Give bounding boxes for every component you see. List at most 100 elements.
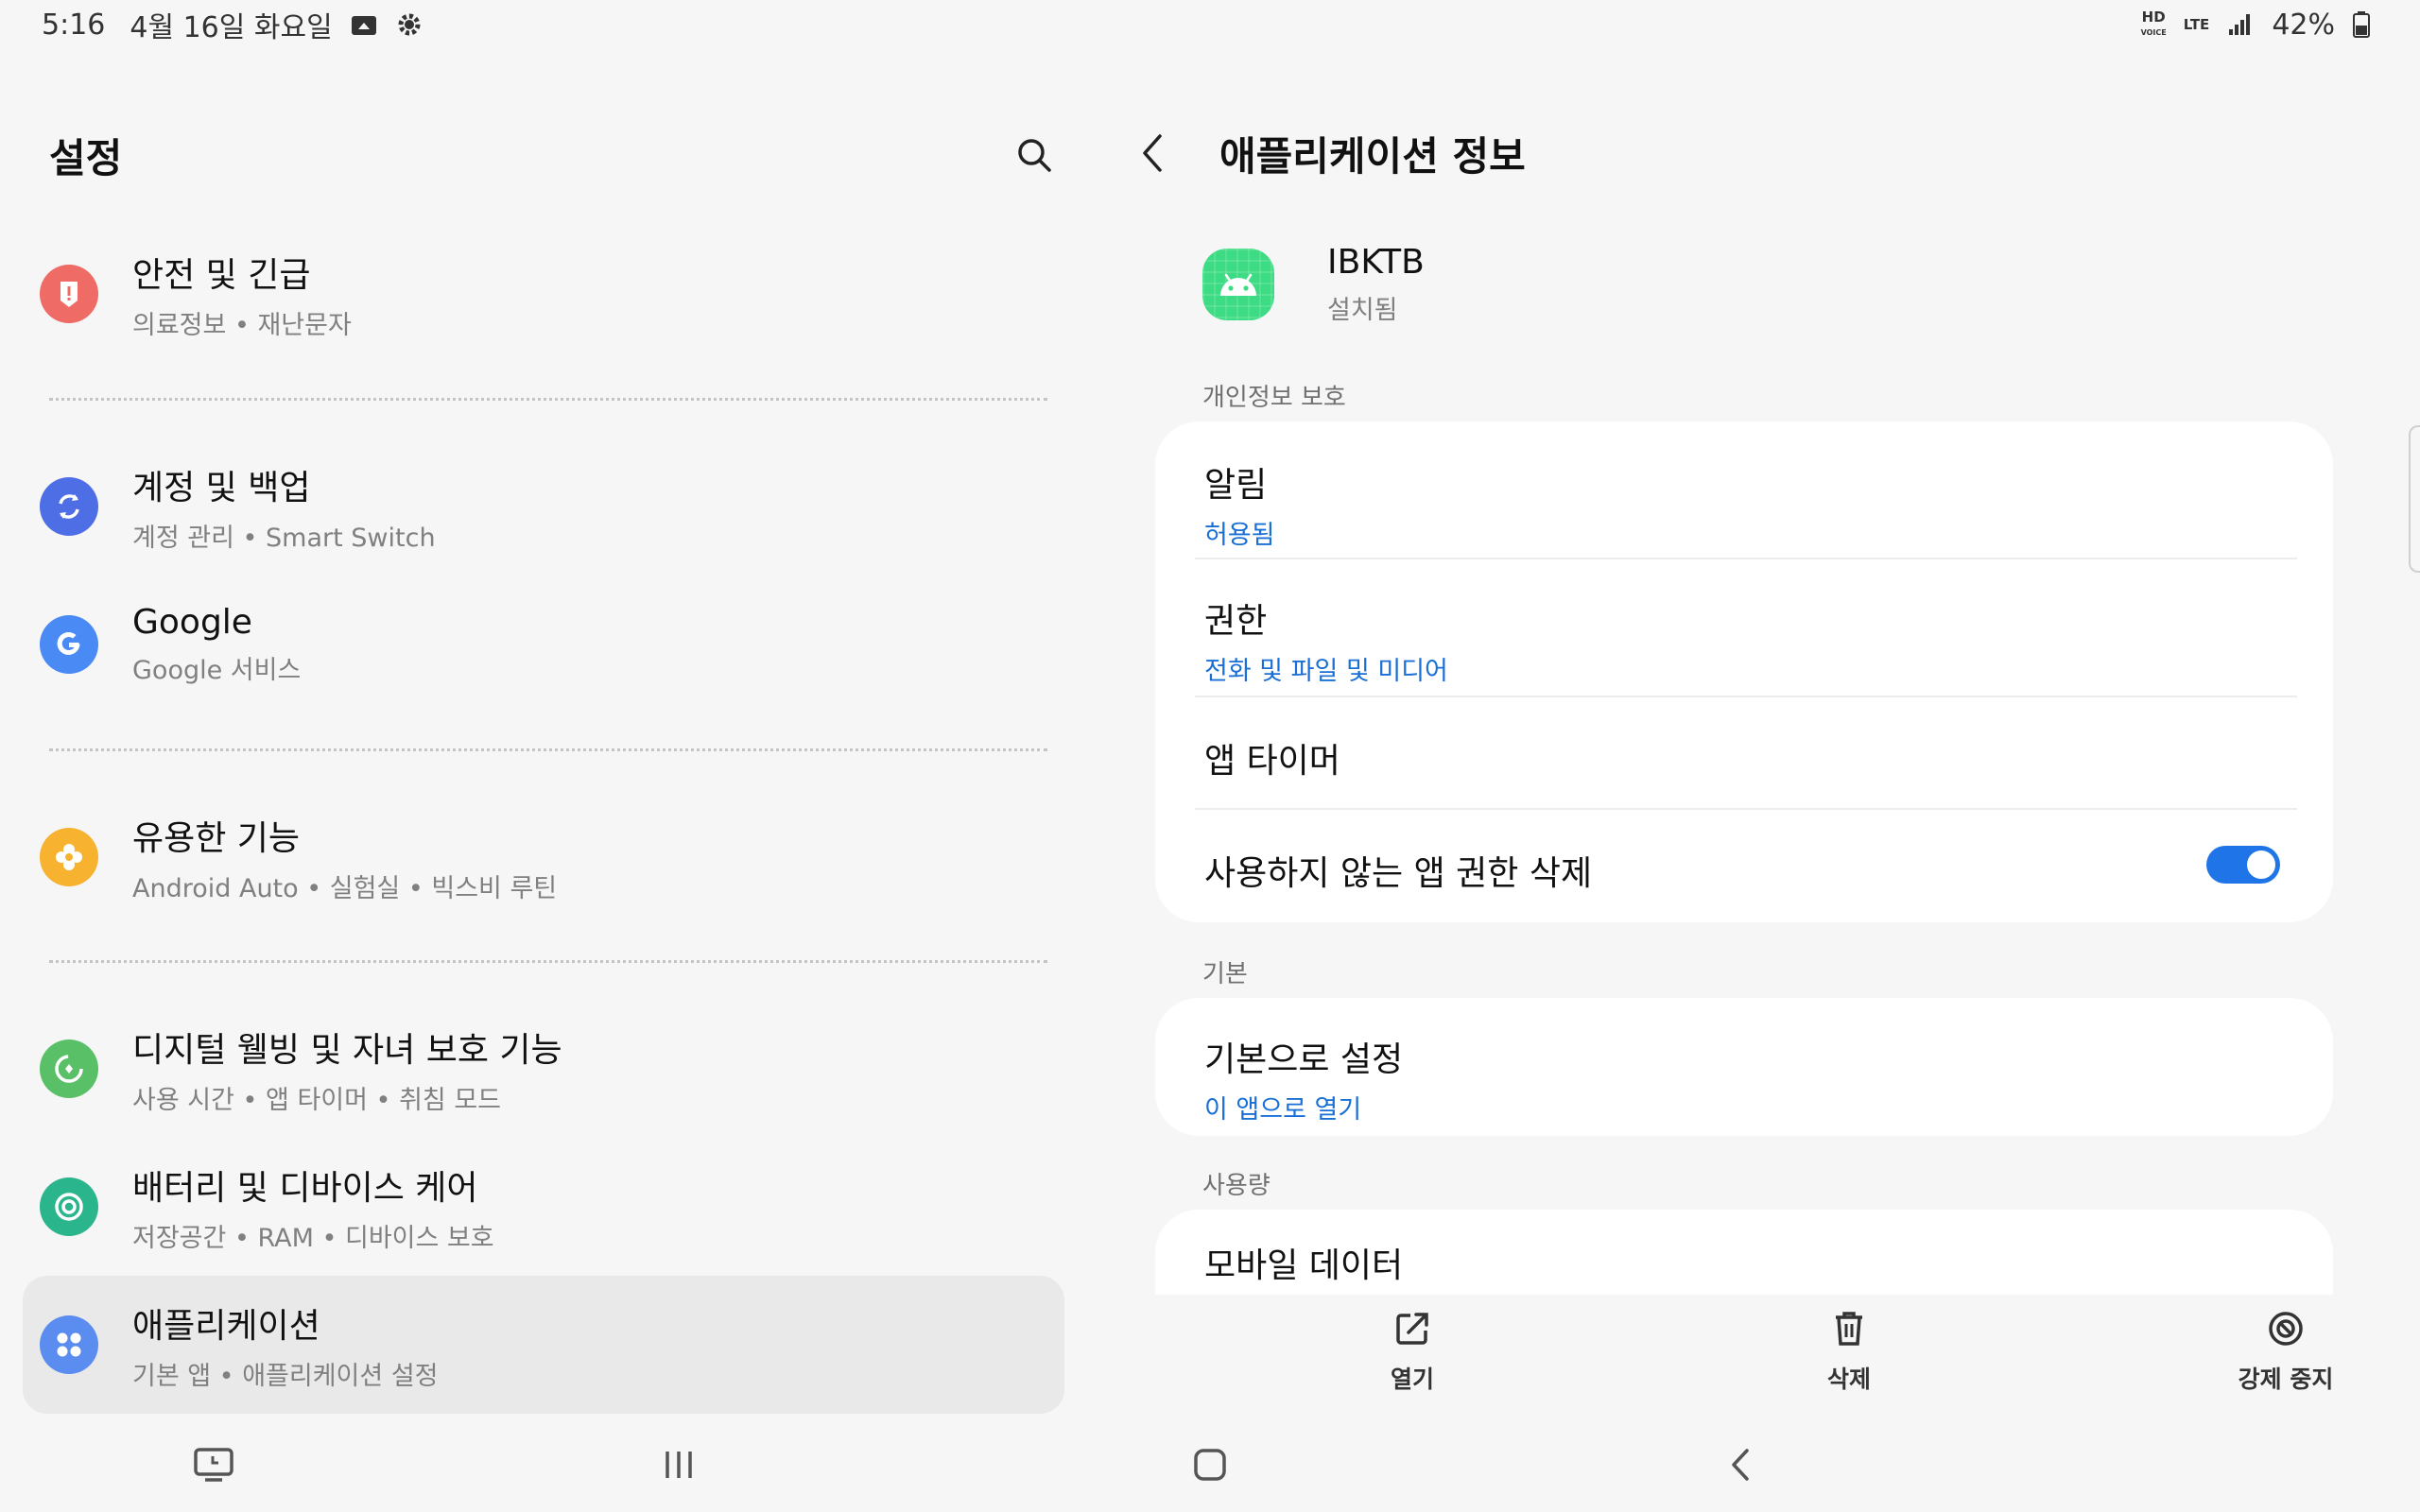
notifications-row[interactable]: 알림 허용됨: [1155, 421, 2333, 559]
settings-item-battery-device-care[interactable]: 배터리 및 디바이스 케어 저장공간 • RAM • 디바이스 보호: [23, 1138, 1064, 1276]
permissions-row[interactable]: 권한 전화 및 파일 및 미디어: [1155, 559, 2333, 697]
notifications-title: 알림: [1204, 466, 1268, 505]
settings-item-google[interactable]: Google Google 서비스: [23, 576, 1064, 713]
settings-item-accounts-backup[interactable]: 계정 및 백업 계정 관리 • Smart Switch: [23, 438, 1064, 576]
set-default-row[interactable]: 기본으로 설정 이 앱으로 열기: [1155, 998, 2333, 1136]
force-stop-label: 강제 중지: [2238, 1366, 2334, 1393]
settings-item-subtitle: Google 서비스: [132, 656, 302, 685]
nav-back-button[interactable]: [1713, 1436, 1770, 1493]
recent-apps-panel-icon: [194, 1448, 233, 1482]
app-timer-title: 앱 타이머: [1204, 742, 1340, 781]
open-external-icon: [1396, 1313, 1428, 1345]
settings-item-title: Google: [132, 603, 252, 642]
settings-item-title: 계정 및 백업: [132, 468, 311, 507]
open-button[interactable]: 열기: [1318, 1308, 1507, 1395]
device-care-icon: [40, 1177, 98, 1236]
settings-item-subtitle: 계정 관리 • Smart Switch: [132, 523, 436, 553]
app-timer-row[interactable]: 앱 타이머: [1155, 697, 2333, 810]
hd-voice-icon: HD VOICE: [2140, 8, 2167, 37]
home-button[interactable]: [1182, 1436, 1238, 1493]
divider: [49, 398, 1047, 401]
back-button[interactable]: [1125, 125, 1182, 181]
default-card: 기본으로 설정 이 앱으로 열기: [1155, 998, 2333, 1136]
status-bar: 5:16 4월 16일 화요일 HD VOICE LTE 42%: [0, 0, 2420, 49]
open-label: 열기: [1390, 1366, 1434, 1393]
trash-icon: [1836, 1312, 1862, 1346]
puzzle-icon: [40, 828, 98, 886]
settings-item-applications[interactable]: 애플리케이션 기본 앱 • 애플리케이션 설정: [23, 1276, 1064, 1414]
remove-permissions-toggle[interactable]: [2206, 846, 2280, 884]
back-arrow-icon: [1732, 1449, 1749, 1481]
settings-item-subtitle: 사용 시간 • 앱 타이머 • 취침 모드: [132, 1085, 502, 1115]
search-icon: [1018, 139, 1051, 172]
settings-item-title: 애플리케이션: [132, 1306, 320, 1346]
edge-panel-handle[interactable]: [2409, 425, 2420, 573]
status-time: 5:16: [42, 8, 106, 42]
settings-notification-icon: [395, 10, 424, 39]
section-label-default: 기본: [1202, 960, 1248, 988]
notifications-value: 허용됨: [1204, 521, 1275, 550]
app-info-header: 애플리케이션 정보: [1125, 115, 1526, 191]
set-default-title: 기본으로 설정: [1204, 1040, 1404, 1079]
remove-permissions-title: 사용하지 않는 앱 권한 삭제: [1204, 854, 1593, 893]
set-default-value: 이 앱으로 열기: [1204, 1095, 1362, 1125]
app-name: IBKTB: [1327, 243, 1425, 282]
settings-item-safety[interactable]: 안전 및 긴급 의료정보 • 재난문자: [23, 225, 1064, 363]
recents-button[interactable]: [650, 1436, 707, 1493]
usage-card: 모바일 데이터: [1155, 1210, 2333, 1295]
wellbeing-icon: [40, 1040, 98, 1098]
status-date: 4월 16일 화요일: [130, 11, 333, 44]
taskbar-recent-apps-button[interactable]: [185, 1436, 242, 1493]
settings-item-subtitle: 기본 앱 • 애플리케이션 설정: [132, 1361, 439, 1391]
settings-item-title: 유용한 기능: [132, 818, 301, 858]
signal-icon: [2226, 10, 2255, 39]
divider: [49, 960, 1047, 963]
mobile-data-row[interactable]: 모바일 데이터: [1155, 1210, 2333, 1295]
section-label-privacy: 개인정보 보호: [1202, 384, 1346, 412]
settings-item-title: 디지털 웰빙 및 자녀 보호 기능: [132, 1030, 562, 1070]
battery-percent: 42%: [2272, 8, 2335, 42]
settings-item-subtitle: 저장공간 • RAM • 디바이스 보호: [132, 1223, 494, 1253]
settings-item-title: 배터리 및 디바이스 케어: [132, 1168, 478, 1208]
uninstall-label: 삭제: [1826, 1366, 1871, 1393]
settings-item-subtitle: Android Auto • 실험실 • 빅스비 루틴: [132, 873, 558, 903]
navigation-bar: [0, 1418, 2420, 1512]
screenshot-notification-icon: [350, 10, 378, 39]
section-label-usage: 사용량: [1202, 1172, 1270, 1200]
toggle-knob: [2244, 848, 2278, 882]
force-stop-button[interactable]: 강제 중지: [2191, 1308, 2380, 1395]
settings-item-advanced-features[interactable]: 유용한 기능 Android Auto • 실험실 • 빅스비 루틴: [23, 788, 1064, 926]
screen: 5:16 4월 16일 화요일 HD VOICE LTE 42% 설정 안전 및…: [0, 0, 2420, 1512]
chevron-left-icon: [1143, 134, 1162, 172]
app-info-pane: 애플리케이션 정보 IBKTB 설치됨 개인정보 보호 알림 허용됨 권한 전화…: [1115, 49, 2420, 1297]
settings-item-title: 안전 및 긴급: [132, 255, 311, 295]
settings-item-digital-wellbeing[interactable]: 디지털 웰빙 및 자녀 보호 기능 사용 시간 • 앱 타이머 • 취침 모드: [23, 1000, 1064, 1138]
app-install-status: 설치됨: [1327, 296, 1398, 325]
recents-icon: [666, 1452, 692, 1478]
sync-icon: [40, 477, 98, 536]
app-action-bar: 열기 삭제 강제 중지: [1115, 1295, 2420, 1418]
divider: [49, 748, 1047, 751]
android-app-icon: [1202, 249, 1274, 320]
uninstall-button[interactable]: 삭제: [1754, 1308, 1944, 1395]
app-info-title: 애플리케이션 정보: [1219, 132, 1526, 180]
permissions-title: 권한: [1204, 602, 1268, 641]
home-icon: [1194, 1449, 1226, 1481]
app-summary: IBKTB 설치됨: [1202, 243, 1425, 326]
alert-icon: [40, 265, 98, 323]
settings-header: 설정: [49, 117, 1051, 193]
battery-icon: [2352, 10, 2380, 39]
block-icon: [2269, 1312, 2303, 1346]
search-button[interactable]: [1006, 127, 1063, 183]
permissions-value: 전화 및 파일 및 미디어: [1204, 657, 1448, 686]
hd-voice-label: HD: [2141, 8, 2166, 26]
remove-permissions-row[interactable]: 사용하지 않는 앱 권한 삭제: [1155, 810, 2333, 922]
settings-item-subtitle: 의료정보 • 재난문자: [132, 310, 352, 340]
privacy-card: 알림 허용됨 권한 전화 및 파일 및 미디어 앱 타이머 사용하지 않는 앱 …: [1155, 421, 2333, 922]
settings-title: 설정: [49, 134, 123, 181]
google-icon: [40, 615, 98, 674]
apps-icon: [40, 1315, 98, 1374]
mobile-data-title: 모바일 데이터: [1204, 1246, 1404, 1285]
lte-icon: LTE: [2183, 16, 2210, 33]
settings-pane: 설정 안전 및 긴급 의료정보 • 재난문자 계정 및 백업 계정 관리 • S: [0, 49, 1068, 1418]
